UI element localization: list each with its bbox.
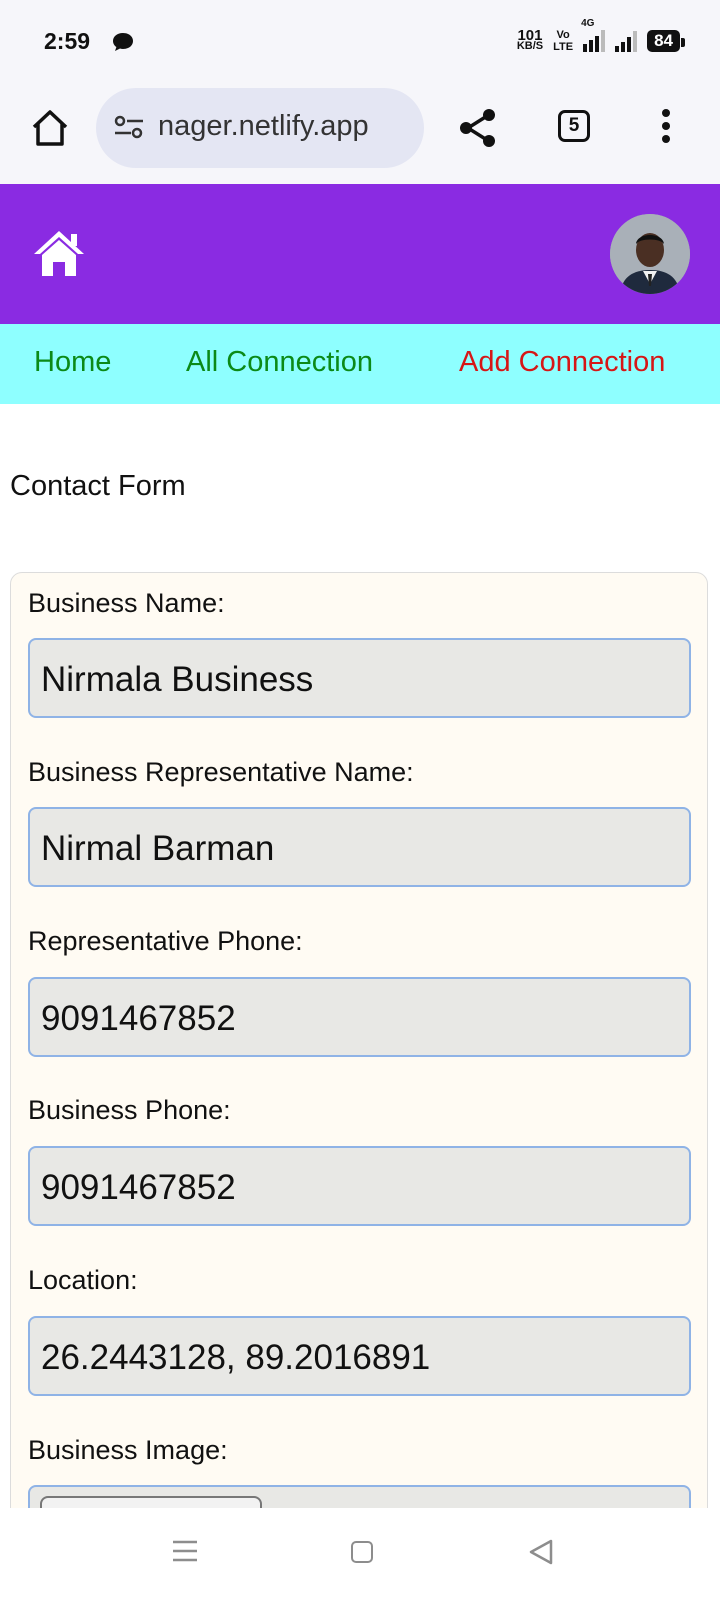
business-name-input[interactable]: Nirmala Business <box>28 638 691 718</box>
contact-form <box>10 572 708 1572</box>
nav-all-connection-link[interactable]: All Connection <box>186 346 373 379</box>
volte-indicator: Vo LTE <box>553 29 574 53</box>
status-indicators: 101 KB/S Vo LTE 4G 84 <box>516 18 685 56</box>
business-image-label: Business Image: <box>28 1435 228 1465</box>
status-bar: 2:59 101 KB/S Vo LTE 4G 84 <box>0 0 720 82</box>
representative-name-input[interactable]: Nirmal Barman <box>28 807 691 887</box>
home-icon[interactable] <box>32 228 86 278</box>
signal-icon: 4G <box>581 18 606 52</box>
business-phone-input[interactable]: 9091467852 <box>28 1146 691 1226</box>
nav-bar: Home All Connection Add Connection <box>0 324 720 404</box>
nav-home-link[interactable]: Home <box>34 346 111 379</box>
location-input[interactable]: 26.2443128, 89.2016891 <box>28 1316 691 1396</box>
representative-phone-label: Representative Phone: <box>28 926 303 956</box>
back-icon[interactable] <box>528 1538 554 1566</box>
status-time: 2:59 <box>44 28 91 54</box>
battery-level: 84 <box>654 31 673 50</box>
business-name-label: Business Name: <box>28 588 225 618</box>
recents-icon[interactable] <box>172 1538 198 1564</box>
browser-toolbar: nager.netlify.app 5 <box>0 82 720 185</box>
system-nav-bar <box>0 1508 720 1600</box>
message-icon <box>113 33 133 51</box>
home-icon[interactable] <box>28 106 72 150</box>
avatar-image <box>610 214 690 294</box>
tabs-icon[interactable]: 5 <box>558 110 590 142</box>
home-square-icon[interactable] <box>351 1541 373 1563</box>
representative-phone-input[interactable]: 9091467852 <box>28 977 691 1057</box>
share-icon[interactable] <box>456 106 500 150</box>
more-vert-icon[interactable] <box>654 106 678 150</box>
signal-icon <box>615 30 638 52</box>
page-title: Contact Form <box>10 470 186 502</box>
business-phone-label: Business Phone: <box>28 1095 231 1125</box>
location-label: Location: <box>28 1265 138 1295</box>
address-bar[interactable]: nager.netlify.app <box>96 88 424 168</box>
representative-name-label: Business Representative Name: <box>28 757 414 787</box>
url-text[interactable]: nager.netlify.app <box>158 110 369 143</box>
battery-icon: 84 <box>647 30 685 52</box>
nav-add-connection-link[interactable]: Add Connection <box>459 346 665 379</box>
app-header <box>0 184 720 324</box>
site-settings-icon[interactable] <box>114 114 144 140</box>
avatar[interactable] <box>610 214 690 294</box>
net-speed: 101 KB/S <box>516 27 544 52</box>
